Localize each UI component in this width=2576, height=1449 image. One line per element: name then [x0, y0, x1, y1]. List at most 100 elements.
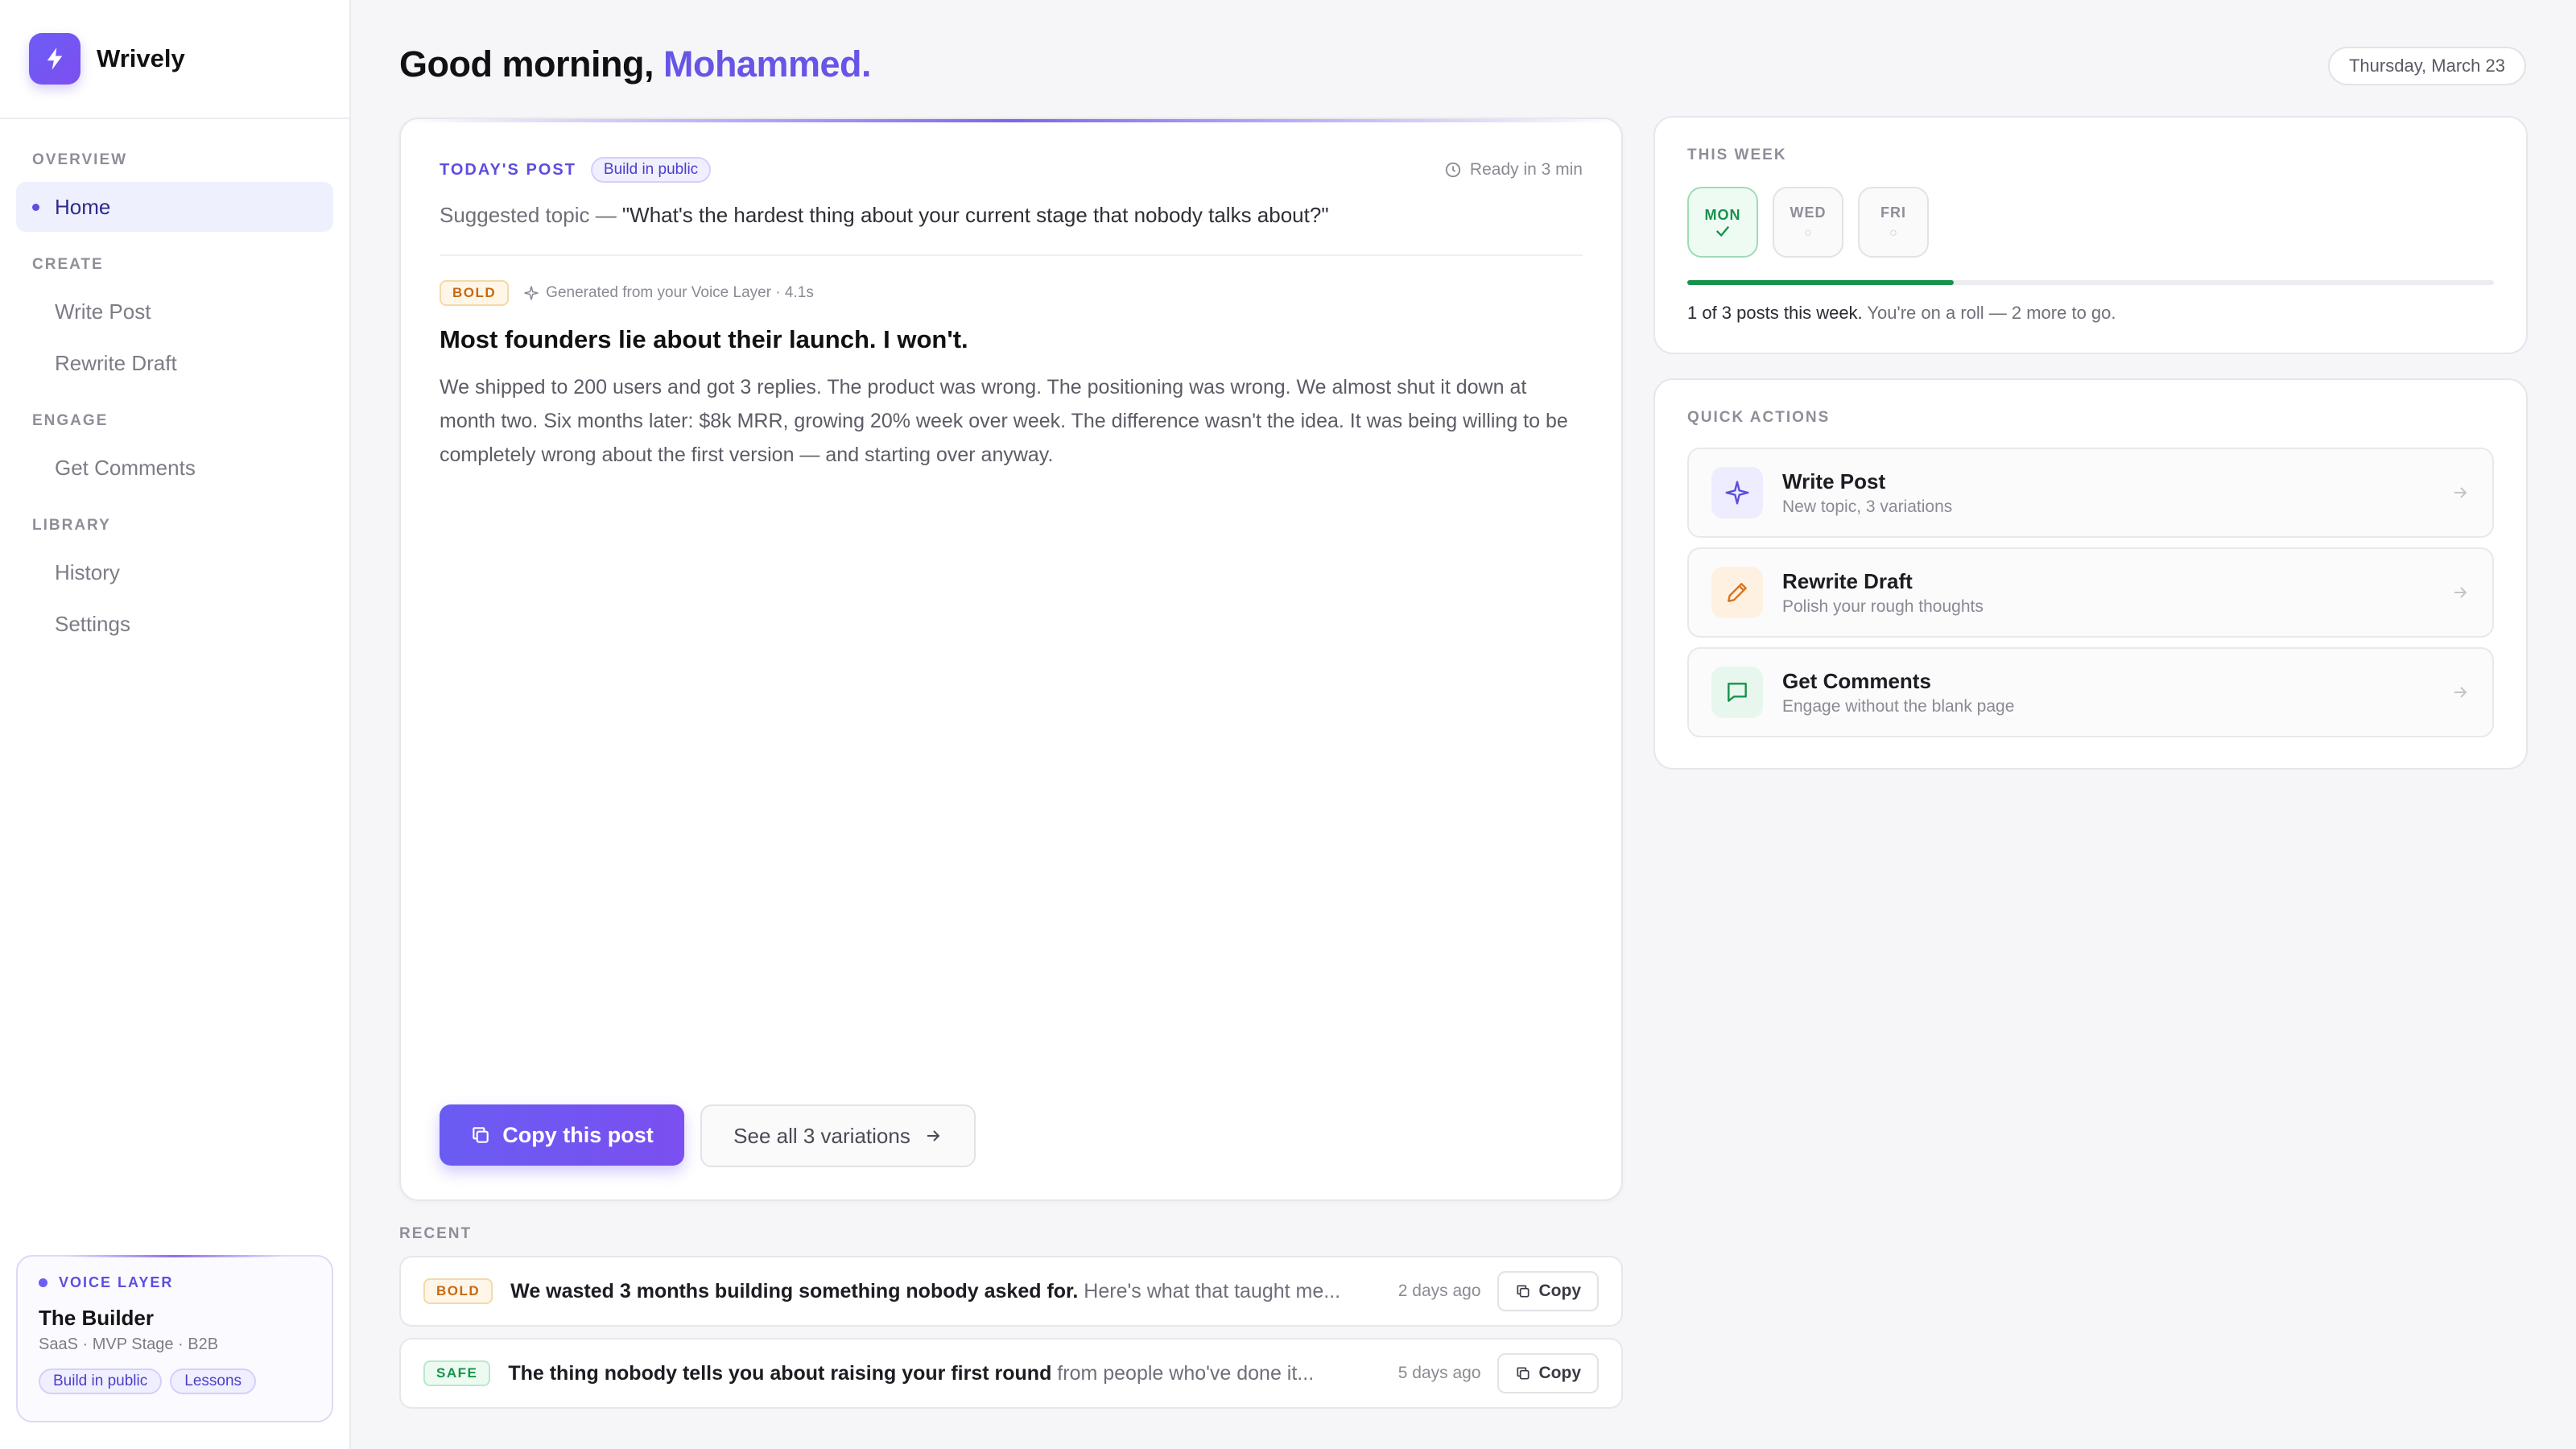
recent-item-title: We wasted 3 months building something no… [510, 1279, 1079, 1302]
this-week-card: THIS WEEK MON WED ○ FRI ○ 1 of 3 posts t… [1653, 116, 2528, 354]
see-variations-button[interactable]: See all 3 variations [700, 1104, 976, 1167]
sidebar-item-write-post[interactable]: Write Post [16, 287, 333, 336]
week-days: MON WED ○ FRI ○ [1687, 187, 2494, 258]
quick-action-text: Write Post New topic, 3 variations [1782, 469, 1952, 517]
see-variations-label: See all 3 variations [733, 1123, 910, 1148]
sparkle-icon [524, 286, 539, 300]
topic-text: "What's the hardest thing about your cur… [621, 203, 1329, 227]
sparkle-icon [1711, 467, 1763, 518]
sidebar-item-label: Home [55, 194, 111, 219]
copy-label: Copy [1538, 1364, 1582, 1382]
day-wed[interactable]: WED ○ [1773, 187, 1843, 258]
ready-text: Ready in 3 min [1469, 160, 1583, 179]
week-summary: 1 of 3 posts this week. You're on a roll… [1687, 303, 2494, 324]
sidebar-item-home[interactable]: Home [16, 182, 333, 232]
nav-section-engage: ENGAGE [32, 412, 109, 429]
voice-layer-card[interactable]: VOICE LAYER The Builder SaaS · MVP Stage… [16, 1255, 333, 1422]
todays-post-label: TODAY'S POST [440, 160, 576, 179]
post-tag: Build in public [590, 157, 712, 183]
user-name: Mohammed. [663, 43, 872, 85]
copy-button[interactable]: Copy [1496, 1353, 1599, 1393]
main-content: Good morning, Mohammed. Thursday, March … [351, 0, 2576, 1449]
quick-action-title: Write Post [1782, 469, 1886, 493]
voice-dot-icon [39, 1278, 47, 1287]
sidebar-item-label: Settings [55, 611, 130, 636]
nav-section-library: LIBRARY [32, 517, 111, 534]
recent-label: RECENT [399, 1225, 473, 1242]
day-label: WED [1790, 204, 1827, 221]
quick-actions-card: QUICK ACTIONS Write Post New topic, 3 va… [1653, 378, 2528, 770]
pencil-icon [1711, 567, 1763, 618]
generated-text: Generated from your Voice Layer · 4.1s [546, 284, 814, 301]
week-progress-fill [1687, 280, 1954, 285]
sidebar-item-label: Get Comments [55, 455, 196, 480]
lightning-logo-icon[interactable] [29, 33, 80, 85]
card-accent-line [401, 119, 1621, 122]
greeting-text: Good morning, [399, 43, 654, 85]
post-title: Most founders lie about their launch. I … [440, 325, 968, 353]
sidebar-item-history[interactable]: History [16, 547, 333, 597]
copy-button[interactable]: Copy [1496, 1271, 1599, 1311]
recent-item[interactable]: SAFE The thing nobody tells you about ra… [399, 1338, 1623, 1409]
sidebar-item-label: Write Post [55, 299, 151, 324]
arrow-right-icon [2454, 587, 2467, 598]
copy-post-button[interactable]: Copy this post [440, 1104, 684, 1166]
tone-badge: BOLD [440, 280, 510, 306]
recent-item-time: 2 days ago [1397, 1282, 1481, 1300]
voice-layer-tags: Build in public Lessons [39, 1368, 311, 1394]
arrow-right-icon [2454, 487, 2467, 498]
sidebar-item-get-comments[interactable]: Get Comments [16, 443, 333, 493]
sidebar: Wrively OVERVIEW Home CREATE Write Post … [0, 0, 351, 1449]
quick-action-get-comments[interactable]: Get Comments Engage without the blank pa… [1687, 647, 2494, 737]
quick-action-subtitle: Engage without the blank page [1782, 696, 2015, 716]
date-badge: Thursday, March 23 [2327, 47, 2526, 85]
tone-badge: BOLD [423, 1278, 493, 1304]
arrow-right-icon [2454, 687, 2467, 698]
recent-item-title: The thing nobody tells you about raising… [508, 1361, 1052, 1385]
copy-label: Copy [1538, 1282, 1582, 1300]
app-name: Wrively [97, 44, 185, 72]
sidebar-item-label: Rewrite Draft [55, 350, 177, 375]
sidebar-item-rewrite-draft[interactable]: Rewrite Draft [16, 338, 333, 388]
generated-note: Generated from your Voice Layer · 4.1s [523, 284, 814, 302]
recent-item[interactable]: BOLD We wasted 3 months building somethi… [399, 1256, 1623, 1327]
quick-action-title: Rewrite Draft [1782, 568, 1913, 593]
voice-layer-meta: SaaS · MVP Stage · B2B [39, 1335, 219, 1353]
quick-action-write-post[interactable]: Write Post New topic, 3 variations [1687, 448, 2494, 538]
week-progress-bar [1687, 280, 2494, 285]
quick-action-rewrite-draft[interactable]: Rewrite Draft Polish your rough thoughts [1687, 547, 2494, 638]
quick-action-subtitle: Polish your rough thoughts [1782, 597, 1984, 616]
generation-info: BOLD Generated from your Voice Layer · 4… [440, 280, 814, 306]
ready-status: Ready in 3 min [1444, 160, 1583, 180]
pending-circle-icon: ○ [1804, 225, 1812, 240]
check-icon [1715, 225, 1730, 237]
voice-layer-label: VOICE LAYER [39, 1274, 311, 1291]
quick-action-text: Get Comments Engage without the blank pa… [1782, 669, 2014, 716]
arrow-right-icon [927, 1130, 940, 1141]
tone-badge: SAFE [423, 1360, 491, 1386]
day-mon[interactable]: MON [1687, 187, 1758, 258]
this-week-label: THIS WEEK [1687, 147, 1787, 163]
day-label: FRI [1880, 204, 1906, 221]
post-header: TODAY'S POST Build in public Ready in 3 … [440, 155, 1583, 185]
post-body: We shipped to 200 users and got 3 replie… [440, 376, 1568, 466]
copy-icon [1517, 1285, 1529, 1298]
sidebar-nav: OVERVIEW Home CREATE Write Post Rewrite … [0, 119, 349, 649]
quick-actions-list: Write Post New topic, 3 variations Rewri… [1687, 448, 2494, 737]
week-summary-rest: You're on a roll — 2 more to go. [1867, 303, 2116, 323]
page-title: Good morning, Mohammed. [399, 43, 872, 85]
day-label: MON [1704, 206, 1741, 223]
day-fri[interactable]: FRI ○ [1858, 187, 1929, 258]
chat-icon [1711, 667, 1763, 718]
recent-item-text: The thing nobody tells you about raising… [508, 1362, 1314, 1385]
quick-actions-label: QUICK ACTIONS [1687, 409, 1831, 426]
sidebar-item-settings[interactable]: Settings [16, 599, 333, 649]
voice-layer-label-text: VOICE LAYER [59, 1274, 174, 1290]
clock-icon [1445, 162, 1461, 178]
voice-tag: Build in public [39, 1368, 163, 1394]
todays-post-card: TODAY'S POST Build in public Ready in 3 … [399, 118, 1623, 1201]
recent-item-text: We wasted 3 months building something no… [510, 1280, 1340, 1303]
quick-action-subtitle: New topic, 3 variations [1782, 497, 1953, 516]
week-summary-strong: 1 of 3 posts this week. [1687, 303, 1863, 323]
nav-section-overview: OVERVIEW [32, 151, 128, 168]
